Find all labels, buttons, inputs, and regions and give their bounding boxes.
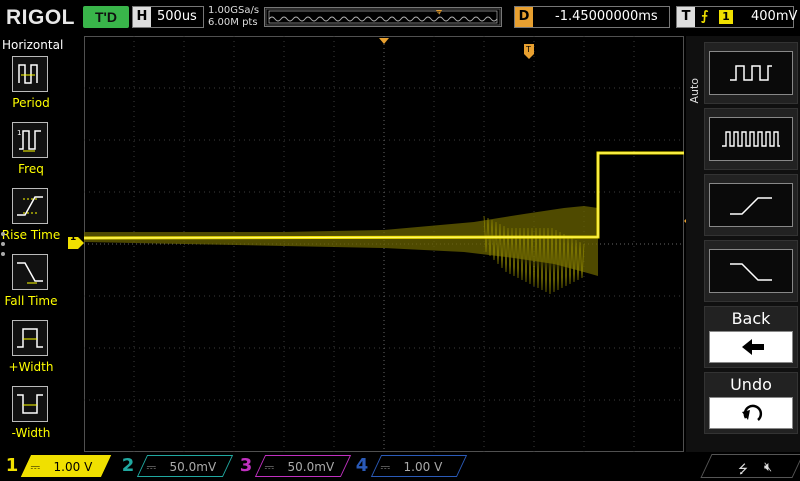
- softkey-menu: Auto Back Undo: [686, 36, 800, 452]
- positive-width-icon: [12, 320, 48, 356]
- svg-text:1: 1: [17, 129, 21, 137]
- measure-period[interactable]: Period: [0, 54, 62, 118]
- falling-edge-icon: [709, 249, 793, 293]
- measure-period-label: Period: [12, 96, 50, 110]
- measure-menu: Horizontal Period 1 Freq Rise Time Fall …: [0, 36, 64, 452]
- undo-button-label: Undo: [730, 375, 772, 394]
- brand-logo: RIGOL: [6, 6, 75, 29]
- waveform-display[interactable]: T: [83, 36, 684, 452]
- measure-rise-time[interactable]: Rise Time: [0, 186, 62, 250]
- svg-text:T: T: [436, 11, 441, 18]
- period-icon: [12, 56, 48, 92]
- auto-tab-label: Auto: [688, 78, 701, 104]
- undo-button[interactable]: Undo: [704, 372, 798, 434]
- trigger-source: 1: [719, 10, 733, 24]
- trigger-key: T: [677, 7, 695, 27]
- trigger-level: 400mV: [751, 9, 798, 24]
- channel-4-scale-box: ⎓ 1.00 V: [370, 455, 468, 477]
- timebase-box[interactable]: H 500us: [132, 6, 204, 28]
- ch1-ground-marker[interactable]: 1: [68, 233, 84, 249]
- softkey-rising-edge[interactable]: [704, 174, 798, 236]
- dc-coupling-icon: ⎓: [30, 460, 41, 474]
- undo-icon: [709, 397, 793, 429]
- svg-text:T: T: [525, 45, 531, 54]
- softkey-square-wave[interactable]: [704, 42, 798, 104]
- acquisition-info: 1.00GSa/s 6.00M pts: [208, 5, 259, 29]
- timebase-value: 500us: [157, 9, 197, 24]
- speaker-muted-icon[interactable]: 🔇︎: [764, 460, 772, 475]
- trigger-box[interactable]: T ⨍ 1 400mV: [676, 6, 798, 28]
- channel-2[interactable]: 2 ⎓ 50.0mV: [116, 454, 234, 478]
- measure-fall-time[interactable]: Fall Time: [0, 252, 62, 316]
- measure-freq[interactable]: 1 Freq: [0, 120, 62, 184]
- channel-4-number: 4: [355, 455, 369, 476]
- back-button-label: Back: [731, 309, 771, 328]
- channel-2-scale: 50.0mV: [169, 460, 217, 474]
- run-state-badge[interactable]: T'D: [83, 6, 129, 28]
- channel-bar: 1 ⎓ 1.00 V 2 ⎓ 50.0mV 3 ⎓ 50.0mV 4 ⎓ 1.0…: [0, 452, 800, 480]
- horizontal-key: H: [133, 7, 151, 27]
- rising-edge-icon: [709, 183, 793, 227]
- measure-fall-time-label: Fall Time: [4, 294, 58, 308]
- memory-overview-waveform: T: [265, 8, 501, 26]
- measure-negative-width-label: -Width: [11, 426, 51, 440]
- softkey-falling-edge[interactable]: [704, 240, 798, 302]
- measure-menu-title: Horizontal: [2, 38, 64, 52]
- menu-page-dots: [1, 232, 7, 262]
- delay-value: -1.45000000ms: [555, 9, 658, 24]
- pulse-train-icon: [709, 117, 793, 161]
- rising-edge-trigger-icon: ⨍: [701, 9, 709, 24]
- back-arrow-icon: [709, 331, 793, 363]
- dc-coupling-icon: ⎓: [264, 460, 275, 474]
- square-wave-icon: [709, 51, 793, 95]
- measure-rise-time-label: Rise Time: [1, 228, 61, 242]
- channel-1[interactable]: 1 ⎓ 1.00 V: [0, 454, 112, 478]
- waveform-grid: T: [83, 36, 684, 452]
- channel-4-scale: 1.00 V: [403, 460, 443, 474]
- channel-3-scale: 50.0mV: [287, 460, 335, 474]
- measure-positive-width[interactable]: +Width: [0, 318, 62, 382]
- memory-overview-strip[interactable]: T: [264, 7, 502, 27]
- channel-2-scale-box: ⎓ 50.0mV: [136, 455, 234, 477]
- sample-rate: 1.00GSa/s: [208, 5, 260, 16]
- channel-2-number: 2: [121, 455, 135, 476]
- back-button[interactable]: Back: [704, 306, 798, 368]
- softkey-pulse-train[interactable]: [704, 108, 798, 170]
- negative-width-icon: [12, 386, 48, 422]
- auto-tab[interactable]: Auto: [686, 36, 702, 452]
- channel-1-scale-box: ⎓ 1.00 V: [20, 455, 112, 477]
- memory-depth: 6.00M pts: [208, 17, 258, 28]
- channel-3-scale-box: ⎓ 50.0mV: [254, 455, 352, 477]
- measure-freq-label: Freq: [18, 162, 44, 176]
- measure-positive-width-label: +Width: [8, 360, 54, 374]
- fall-time-icon: [12, 254, 48, 290]
- delay-key: D: [515, 7, 533, 27]
- dc-coupling-icon: ⎓: [146, 460, 157, 474]
- measure-negative-width[interactable]: -Width: [0, 384, 62, 448]
- channel-3[interactable]: 3 ⎓ 50.0mV: [234, 454, 352, 478]
- channel-4[interactable]: 4 ⎓ 1.00 V: [350, 454, 468, 478]
- freq-icon: 1: [12, 122, 48, 158]
- channel-1-number: 1: [5, 455, 19, 476]
- channel-3-number: 3: [239, 455, 253, 476]
- usb-icon: ⭍: [738, 462, 748, 476]
- top-status-bar: RIGOL T'D H 500us 1.00GSa/s 6.00M pts T …: [0, 0, 800, 36]
- channel-1-scale: 1.00 V: [53, 460, 93, 474]
- rise-time-icon: [12, 188, 48, 224]
- delay-box[interactable]: D -1.45000000ms: [514, 6, 670, 28]
- status-area: [700, 454, 800, 478]
- dc-coupling-icon: ⎓: [380, 460, 391, 474]
